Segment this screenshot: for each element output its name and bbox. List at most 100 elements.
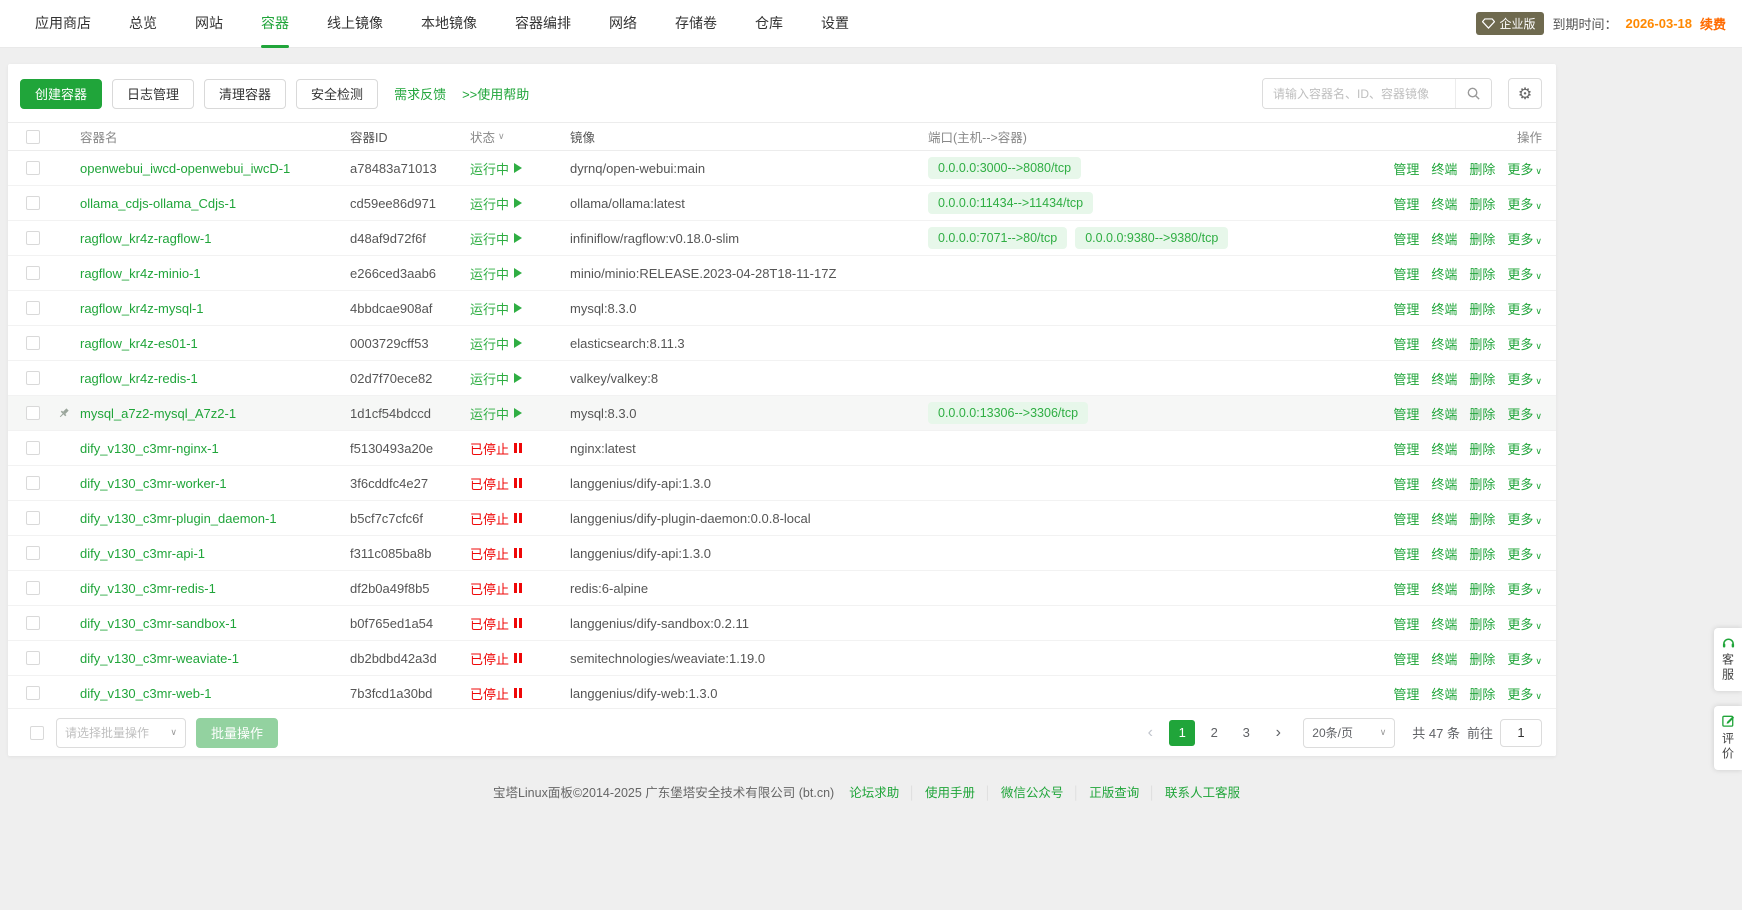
review-widget[interactable]: 评价 [1714, 706, 1742, 770]
nav-item-3[interactable]: 网站 [176, 0, 242, 48]
container-name-link[interactable]: dify_v130_c3mr-worker-1 [80, 476, 227, 491]
manage-action[interactable]: 管理 [1393, 684, 1419, 703]
more-action[interactable]: 更多∨ [1507, 579, 1542, 598]
row-checkbox[interactable] [26, 196, 40, 210]
batch-action-select[interactable]: 请选择批量操作 ∨ [56, 718, 186, 748]
row-checkbox[interactable] [26, 476, 40, 490]
pause-icon[interactable] [514, 618, 522, 628]
row-checkbox[interactable] [26, 231, 40, 245]
nav-item-5[interactable]: 线上镜像 [308, 0, 402, 48]
nav-item-11[interactable]: 设置 [802, 0, 868, 48]
terminal-action[interactable]: 终端 [1431, 474, 1457, 493]
more-action[interactable]: 更多∨ [1507, 159, 1542, 178]
play-icon[interactable] [514, 163, 522, 173]
play-icon[interactable] [514, 408, 522, 418]
container-name-link[interactable]: dify_v130_c3mr-api-1 [80, 546, 205, 561]
pause-icon[interactable] [514, 478, 522, 488]
row-checkbox[interactable] [26, 371, 40, 385]
more-action[interactable]: 更多∨ [1507, 194, 1542, 213]
terminal-action[interactable]: 终端 [1431, 614, 1457, 633]
select-all-checkbox[interactable] [26, 130, 40, 144]
next-page-button[interactable]: › [1266, 720, 1290, 746]
row-checkbox[interactable] [26, 161, 40, 175]
play-icon[interactable] [514, 268, 522, 278]
row-checkbox[interactable] [26, 301, 40, 315]
row-checkbox[interactable] [26, 336, 40, 350]
terminal-action[interactable]: 终端 [1431, 264, 1457, 283]
terminal-action[interactable]: 终端 [1431, 159, 1457, 178]
column-status-filter[interactable]: 状态 ∨ [470, 127, 570, 146]
more-action[interactable]: 更多∨ [1507, 299, 1542, 318]
terminal-action[interactable]: 终端 [1431, 649, 1457, 668]
more-action[interactable]: 更多∨ [1507, 439, 1542, 458]
more-action[interactable]: 更多∨ [1507, 649, 1542, 668]
nav-item-2[interactable]: 总览 [110, 0, 176, 48]
container-name-link[interactable]: dify_v130_c3mr-sandbox-1 [80, 616, 237, 631]
page-button-1[interactable]: 1 [1169, 720, 1195, 746]
pause-icon[interactable] [514, 653, 522, 663]
more-action[interactable]: 更多∨ [1507, 684, 1542, 703]
batch-select-all-checkbox[interactable] [30, 726, 44, 740]
manage-action[interactable]: 管理 [1393, 579, 1419, 598]
container-name-link[interactable]: ragflow_kr4z-es01-1 [80, 336, 198, 351]
delete-action[interactable]: 删除 [1469, 404, 1495, 423]
terminal-action[interactable]: 终端 [1431, 544, 1457, 563]
nav-item-8[interactable]: 网络 [590, 0, 656, 48]
terminal-action[interactable]: 终端 [1431, 194, 1457, 213]
security-check-button[interactable]: 安全检测 [296, 79, 378, 109]
delete-action[interactable]: 删除 [1469, 649, 1495, 668]
delete-action[interactable]: 删除 [1469, 439, 1495, 458]
manage-action[interactable]: 管理 [1393, 439, 1419, 458]
row-checkbox[interactable] [26, 686, 40, 700]
prev-page-button[interactable]: ‹ [1138, 720, 1162, 746]
terminal-action[interactable]: 终端 [1431, 334, 1457, 353]
delete-action[interactable]: 删除 [1469, 299, 1495, 318]
delete-action[interactable]: 删除 [1469, 614, 1495, 633]
customer-service-widget[interactable]: 客服 [1714, 628, 1742, 691]
manage-action[interactable]: 管理 [1393, 194, 1419, 213]
manage-action[interactable]: 管理 [1393, 614, 1419, 633]
terminal-action[interactable]: 终端 [1431, 369, 1457, 388]
play-icon[interactable] [514, 198, 522, 208]
terminal-action[interactable]: 终端 [1431, 299, 1457, 318]
delete-action[interactable]: 删除 [1469, 684, 1495, 703]
delete-action[interactable]: 删除 [1469, 544, 1495, 563]
help-link[interactable]: >>使用帮助 [462, 84, 529, 103]
nav-item-9[interactable]: 存储卷 [656, 0, 736, 48]
manage-action[interactable]: 管理 [1393, 544, 1419, 563]
more-action[interactable]: 更多∨ [1507, 404, 1542, 423]
nav-item-6[interactable]: 本地镜像 [402, 0, 496, 48]
footer-link-2[interactable]: 使用手册 [925, 786, 975, 800]
container-name-link[interactable]: ragflow_kr4z-mysql-1 [80, 301, 204, 316]
nav-item-10[interactable]: 仓库 [736, 0, 802, 48]
row-checkbox[interactable] [26, 511, 40, 525]
delete-action[interactable]: 删除 [1469, 334, 1495, 353]
container-name-link[interactable]: ollama_cdjs-ollama_Cdjs-1 [80, 196, 236, 211]
delete-action[interactable]: 删除 [1469, 159, 1495, 178]
container-name-link[interactable]: mysql_a7z2-mysql_A7z2-1 [80, 406, 236, 421]
manage-action[interactable]: 管理 [1393, 369, 1419, 388]
manage-action[interactable]: 管理 [1393, 509, 1419, 528]
footer-link-3[interactable]: 微信公众号 [1001, 786, 1064, 800]
play-icon[interactable] [514, 303, 522, 313]
create-container-button[interactable]: 创建容器 [20, 79, 102, 109]
manage-action[interactable]: 管理 [1393, 334, 1419, 353]
row-checkbox[interactable] [26, 266, 40, 280]
terminal-action[interactable]: 终端 [1431, 509, 1457, 528]
nav-item-1[interactable]: 应用商店 [16, 0, 110, 48]
terminal-action[interactable]: 终端 [1431, 684, 1457, 703]
more-action[interactable]: 更多∨ [1507, 334, 1542, 353]
batch-apply-button[interactable]: 批量操作 [196, 718, 278, 748]
container-name-link[interactable]: ragflow_kr4z-ragflow-1 [80, 231, 212, 246]
footer-link-4[interactable]: 正版查询 [1089, 786, 1139, 800]
pause-icon[interactable] [514, 688, 522, 698]
footer-link-1[interactable]: 论坛求助 [849, 786, 899, 800]
container-name-link[interactable]: ragflow_kr4z-redis-1 [80, 371, 198, 386]
terminal-action[interactable]: 终端 [1431, 579, 1457, 598]
row-checkbox[interactable] [26, 616, 40, 630]
container-name-link[interactable]: dify_v130_c3mr-nginx-1 [80, 441, 219, 456]
row-checkbox[interactable] [26, 546, 40, 560]
play-icon[interactable] [514, 338, 522, 348]
delete-action[interactable]: 删除 [1469, 509, 1495, 528]
manage-action[interactable]: 管理 [1393, 159, 1419, 178]
